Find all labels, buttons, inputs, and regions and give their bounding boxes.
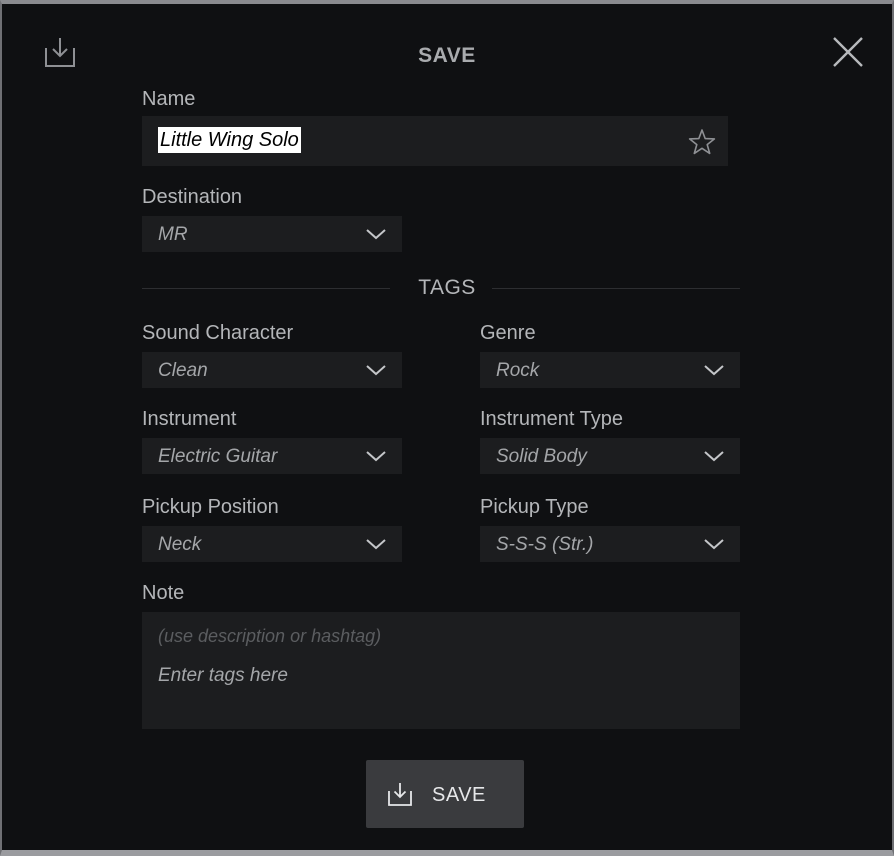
save-button-label: SAVE: [432, 784, 486, 806]
chevron-down-icon: [366, 229, 386, 240]
note-label: Note: [142, 582, 185, 604]
sound-character-value: Clean: [158, 360, 208, 381]
instrument-type-dropdown[interactable]: Solid Body: [480, 438, 740, 474]
divider-right: [492, 288, 740, 289]
download-tray-icon: [388, 783, 412, 806]
name-input[interactable]: Little Wing Solo: [142, 116, 728, 166]
instrument-dropdown[interactable]: Electric Guitar: [142, 438, 402, 474]
pickup-type-label: Pickup Type: [480, 496, 589, 518]
save-button[interactable]: SAVE: [366, 760, 524, 828]
instrument-type-label: Instrument Type: [480, 408, 624, 430]
instrument-value: Electric Guitar: [158, 446, 278, 467]
tags-input-placeholder: Enter tags here: [158, 665, 288, 686]
pickup-position-label: Pickup Position: [142, 496, 279, 518]
destination-value: MR: [158, 224, 188, 245]
chevron-down-icon: [366, 539, 386, 550]
name-label: Name: [142, 88, 196, 110]
sound-character-label: Sound Character: [142, 322, 294, 344]
pickup-position-dropdown[interactable]: Neck: [142, 526, 402, 562]
chevron-down-icon: [704, 539, 724, 550]
star-outline-icon[interactable]: [688, 128, 716, 156]
chevron-down-icon: [366, 365, 386, 376]
close-icon[interactable]: [830, 34, 866, 70]
destination-dropdown[interactable]: MR: [142, 216, 402, 252]
genre-value: Rock: [496, 360, 540, 381]
chevron-down-icon: [366, 451, 386, 462]
note-placeholder: (use description or hashtag): [158, 626, 382, 646]
genre-dropdown[interactable]: Rock: [480, 352, 740, 388]
instrument-type-value: Solid Body: [496, 446, 587, 467]
name-input-value: Little Wing Solo: [158, 127, 301, 153]
genre-label: Genre: [480, 322, 536, 344]
pickup-type-dropdown[interactable]: S-S-S (Str.): [480, 526, 740, 562]
instrument-label: Instrument: [142, 408, 237, 430]
dialog-title: SAVE: [418, 44, 476, 67]
save-dialog: SAVE Name Little Wing Solo Destination M…: [0, 0, 894, 856]
note-textarea[interactable]: (use description or hashtag) Enter tags …: [142, 612, 740, 729]
pickup-position-value: Neck: [158, 534, 202, 555]
sound-character-dropdown[interactable]: Clean: [142, 352, 402, 388]
tags-section-title: TAGS: [418, 276, 476, 299]
pickup-type-value: S-S-S (Str.): [496, 534, 594, 555]
destination-label: Destination: [142, 186, 243, 208]
chevron-down-icon: [704, 365, 724, 376]
chevron-down-icon: [704, 451, 724, 462]
